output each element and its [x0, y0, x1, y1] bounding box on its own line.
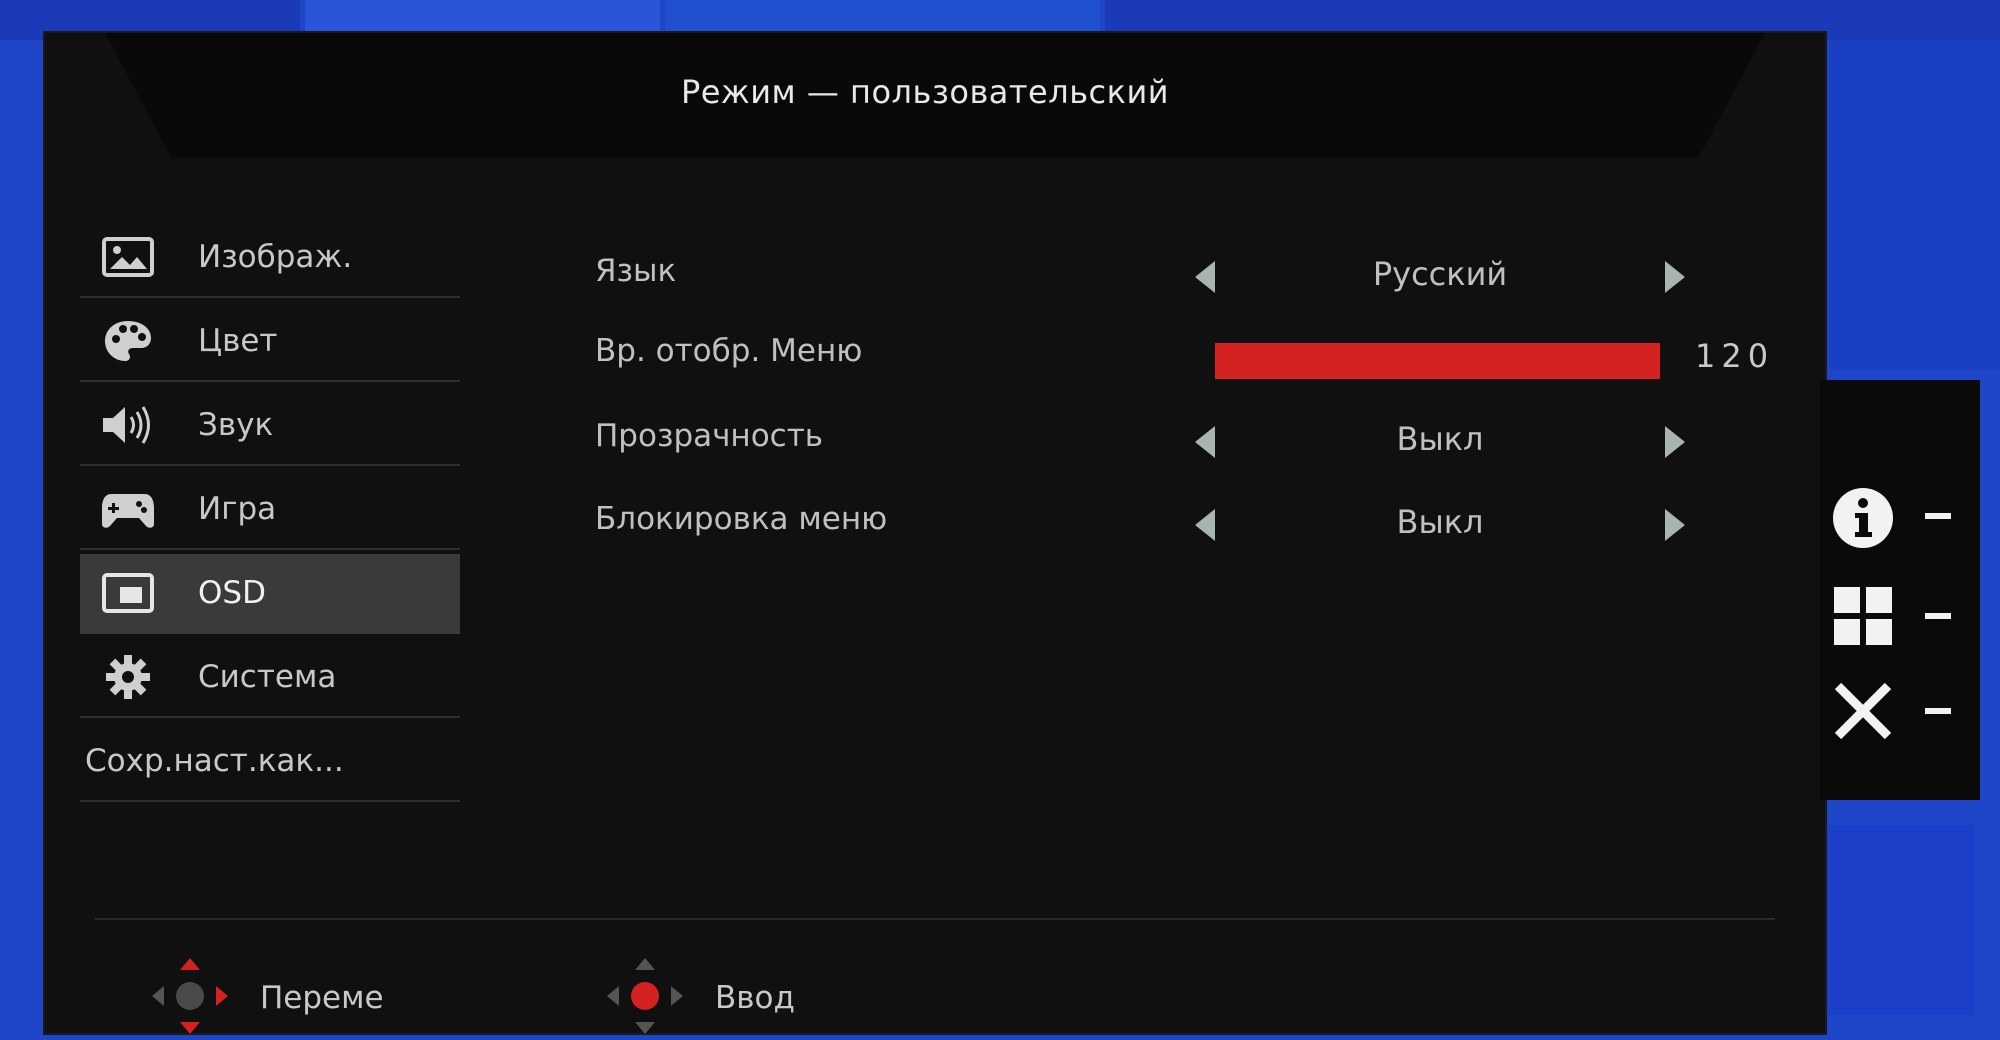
- setting-value: Выкл: [1396, 420, 1484, 458]
- setting-label: Вр. отобр. Меню: [595, 333, 863, 369]
- sidebar-item-label: OSD: [198, 575, 266, 611]
- sidebar-item-label: Сохр.наст.как...: [85, 743, 344, 779]
- grid-icon: [1834, 587, 1892, 649]
- arrow-right-icon[interactable]: [1665, 426, 1685, 458]
- sidebar-item-color[interactable]: Цвет: [80, 302, 460, 382]
- arrow-left-icon[interactable]: [1195, 426, 1215, 458]
- setting-value: Русский: [1372, 255, 1508, 293]
- osd-window: Режим — пользовательский Изображ. Цвет З…: [45, 33, 1825, 1034]
- sidebar-item-system[interactable]: Система: [80, 638, 460, 718]
- arrow-left-icon[interactable]: [1195, 509, 1215, 541]
- info-icon: [1832, 487, 1894, 553]
- setting-row-menu-lock[interactable]: Блокировка меню Выкл: [595, 491, 1795, 551]
- dpad-enter-icon: [605, 956, 685, 1040]
- sidebar-item-label: Игра: [198, 491, 277, 527]
- setting-row-menu-time[interactable]: Вр. отобр. Меню 120: [595, 323, 1795, 383]
- close-icon: [1834, 682, 1892, 744]
- footer-enter: Ввод: [605, 958, 795, 1034]
- sidebar-item-game[interactable]: Игра: [80, 470, 460, 550]
- sidebar-item-picture[interactable]: Изображ.: [80, 218, 460, 298]
- hotkey-dash: [1925, 708, 1951, 714]
- sidebar: Изображ. Цвет Звук Игра OSD Система Сохр…: [80, 218, 460, 806]
- arrow-right-icon[interactable]: [1665, 509, 1685, 541]
- setting-label: Язык: [595, 253, 677, 289]
- sidebar-item-osd[interactable]: OSD: [80, 554, 460, 634]
- footer-move-label: Переме: [260, 980, 384, 1016]
- footer-divider: [95, 918, 1775, 920]
- sidebar-item-label: Изображ.: [198, 239, 353, 275]
- hotkey-dash: [1925, 513, 1951, 519]
- setting-label: Прозрачность: [595, 418, 824, 454]
- setting-row-language[interactable]: Язык Русский: [595, 243, 1795, 303]
- speaker-icon: [98, 400, 158, 450]
- hotkey-close[interactable]: [1820, 670, 1980, 750]
- dpad-move-icon: [150, 956, 230, 1040]
- gear-icon: [98, 652, 158, 702]
- hotkey-strip: [1820, 380, 1980, 800]
- setting-label: Блокировка меню: [595, 501, 888, 537]
- footer-enter-label: Ввод: [715, 980, 795, 1016]
- arrow-right-icon[interactable]: [1665, 261, 1685, 293]
- desktop-panel: [1810, 825, 1975, 1015]
- arrow-left-icon[interactable]: [1195, 261, 1215, 293]
- osd-icon: [98, 568, 158, 618]
- slider-fill: [1215, 343, 1660, 379]
- sidebar-item-label: Цвет: [198, 323, 278, 359]
- sidebar-item-save-settings[interactable]: Сохр.наст.как...: [80, 722, 460, 802]
- sidebar-item-label: Система: [198, 659, 337, 695]
- picture-icon: [98, 232, 158, 282]
- setting-value: Выкл: [1396, 503, 1484, 541]
- slider-value: 120: [1695, 337, 1775, 375]
- sidebar-item-sound[interactable]: Звук: [80, 386, 460, 466]
- hotkey-dash: [1925, 613, 1951, 619]
- hotkey-input[interactable]: [1820, 575, 1980, 655]
- footer-move: Переме: [150, 958, 384, 1034]
- hotkey-info[interactable]: [1820, 475, 1980, 555]
- menu-time-slider[interactable]: [1215, 343, 1660, 379]
- desktop-panel: [1830, 40, 2000, 370]
- gamepad-icon: [98, 484, 158, 534]
- mode-title: Режим — пользовательский: [680, 73, 1170, 111]
- palette-icon: [98, 316, 158, 366]
- setting-row-transparency[interactable]: Прозрачность Выкл: [595, 408, 1795, 468]
- sidebar-item-label: Звук: [198, 407, 274, 443]
